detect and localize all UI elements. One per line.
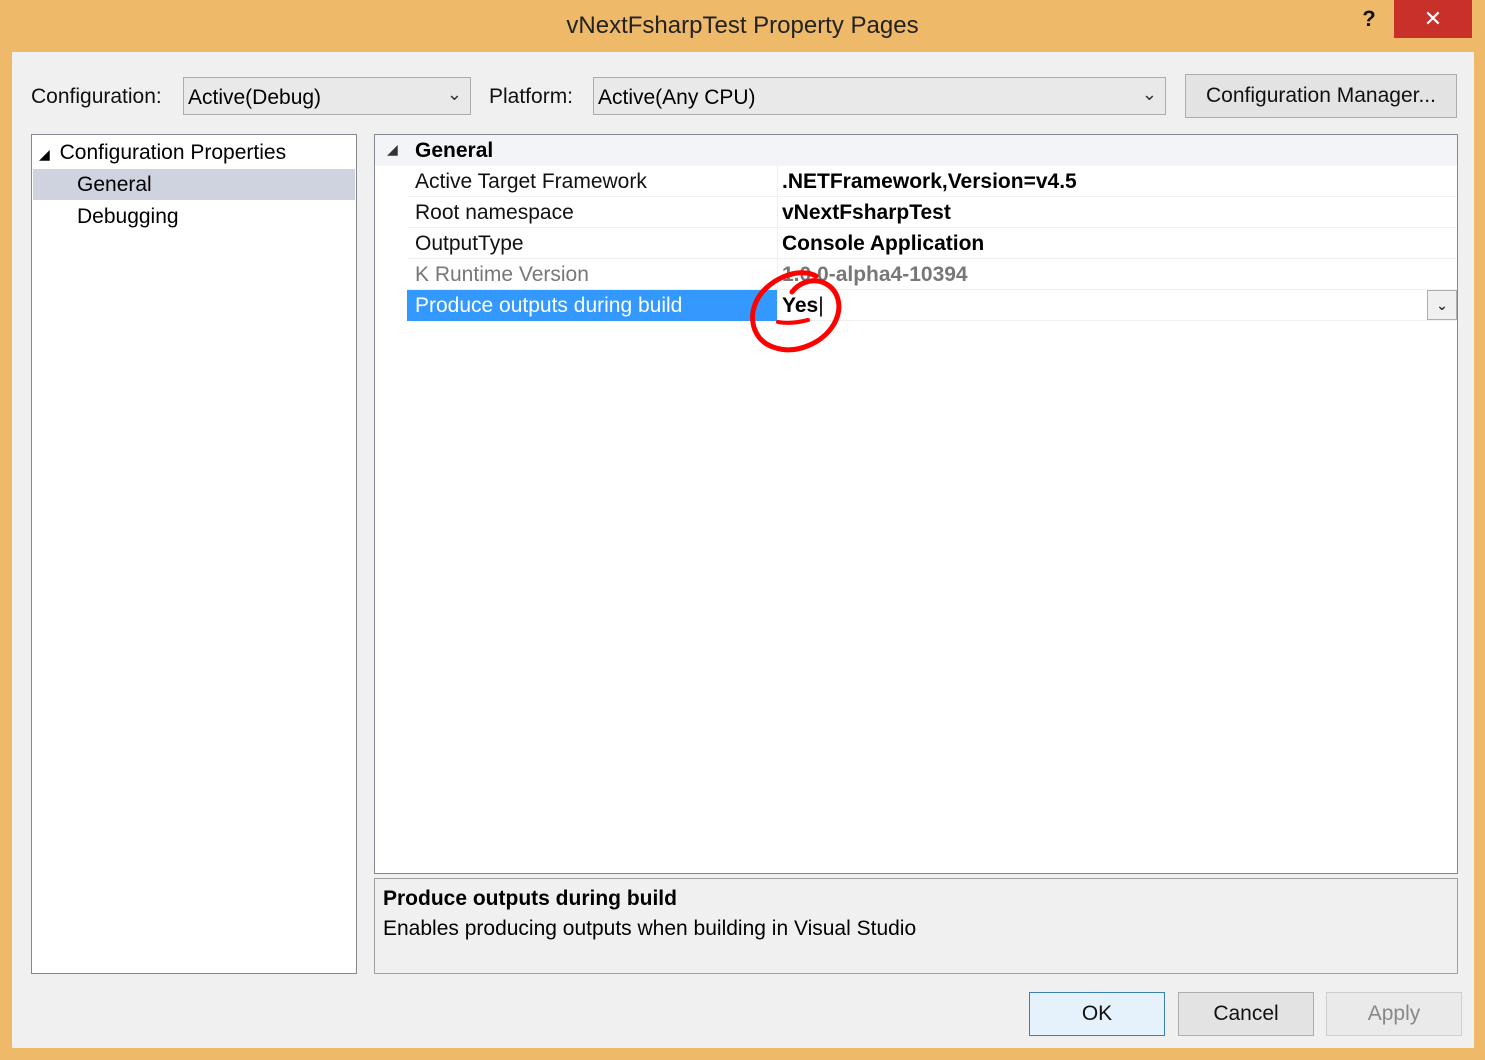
collapse-triangle-icon[interactable]: ◢ <box>387 141 398 158</box>
tree-item-debugging[interactable]: Debugging <box>33 201 355 232</box>
ok-button[interactable]: OK <box>1029 992 1165 1036</box>
property-name: Root namespace <box>415 201 574 224</box>
configuration-dropdown[interactable]: Active(Debug) ⌄ <box>183 77 471 115</box>
property-value[interactable]: .NETFramework,Version=v4.5 <box>777 166 1457 197</box>
property-value: Yes <box>782 294 819 317</box>
window-title: vNextFsharpTest Property Pages <box>566 12 919 39</box>
property-pages-window: vNextFsharpTest Property Pages ? ✕ Confi… <box>0 0 1485 1060</box>
description-panel: Produce outputs during build Enables pro… <box>374 878 1458 974</box>
text-caret: | <box>818 294 824 317</box>
platform-value: Active(Any CPU) <box>598 86 756 109</box>
tree-item-label: Configuration Properties <box>59 141 287 164</box>
close-icon: ✕ <box>1423 6 1443 31</box>
property-name: K Runtime Version <box>415 263 589 286</box>
property-row-root-namespace[interactable]: Root namespace vNextFsharpTest <box>407 197 1457 228</box>
configuration-manager-button[interactable]: Configuration Manager... <box>1185 74 1457 118</box>
property-name: OutputType <box>415 232 524 255</box>
property-row-output-type[interactable]: OutputType Console Application <box>407 228 1457 259</box>
close-button[interactable]: ✕ <box>1394 0 1472 38</box>
apply-button: Apply <box>1326 992 1462 1036</box>
property-name: Produce outputs during build <box>407 290 777 321</box>
platform-label: Platform: <box>489 85 574 108</box>
expanded-triangle-icon[interactable]: ◢ <box>39 146 50 162</box>
cancel-button[interactable]: Cancel <box>1178 992 1314 1036</box>
property-name: Active Target Framework <box>415 170 647 193</box>
configuration-label: Configuration: <box>31 85 162 108</box>
property-value[interactable]: vNextFsharpTest <box>777 197 1457 228</box>
category-tree: ◢ Configuration Properties General Debug… <box>31 134 357 974</box>
title-bar: vNextFsharpTest Property Pages ? ✕ <box>0 0 1485 52</box>
property-grid: ◢ General Active Target Framework .NETFr… <box>374 134 1458 874</box>
description-text: Enables producing outputs when building … <box>383 917 917 940</box>
configuration-value: Active(Debug) <box>188 86 322 109</box>
dialog-client-area: Configuration: Active(Debug) ⌄ Platform:… <box>12 52 1474 1048</box>
property-value[interactable]: Console Application <box>777 228 1457 259</box>
property-row-produce-outputs[interactable]: Produce outputs during build Yes| ⌄ <box>407 290 1457 321</box>
tree-item-configuration-properties[interactable]: ◢ Configuration Properties <box>33 137 355 168</box>
tree-item-general[interactable]: General <box>33 169 355 200</box>
chevron-down-icon: ⌄ <box>1436 297 1448 313</box>
help-button[interactable]: ? <box>1352 4 1386 34</box>
platform-dropdown[interactable]: Active(Any CPU) ⌄ <box>593 77 1166 115</box>
category-label: General <box>415 139 494 162</box>
category-header-general[interactable]: ◢ General <box>375 135 1457 166</box>
chevron-down-icon: ⌄ <box>1141 84 1157 104</box>
property-value-dropdown[interactable]: Yes| ⌄ <box>777 290 1457 321</box>
description-title: Produce outputs during build <box>383 887 677 910</box>
property-row-active-target-framework[interactable]: Active Target Framework .NETFramework,Ve… <box>407 166 1457 197</box>
property-value: 1.0.0-alpha4-10394 <box>777 259 1457 290</box>
dropdown-button[interactable]: ⌄ <box>1427 290 1457 320</box>
chevron-down-icon: ⌄ <box>446 84 462 104</box>
property-row-k-runtime-version: K Runtime Version 1.0.0-alpha4-10394 <box>407 259 1457 290</box>
